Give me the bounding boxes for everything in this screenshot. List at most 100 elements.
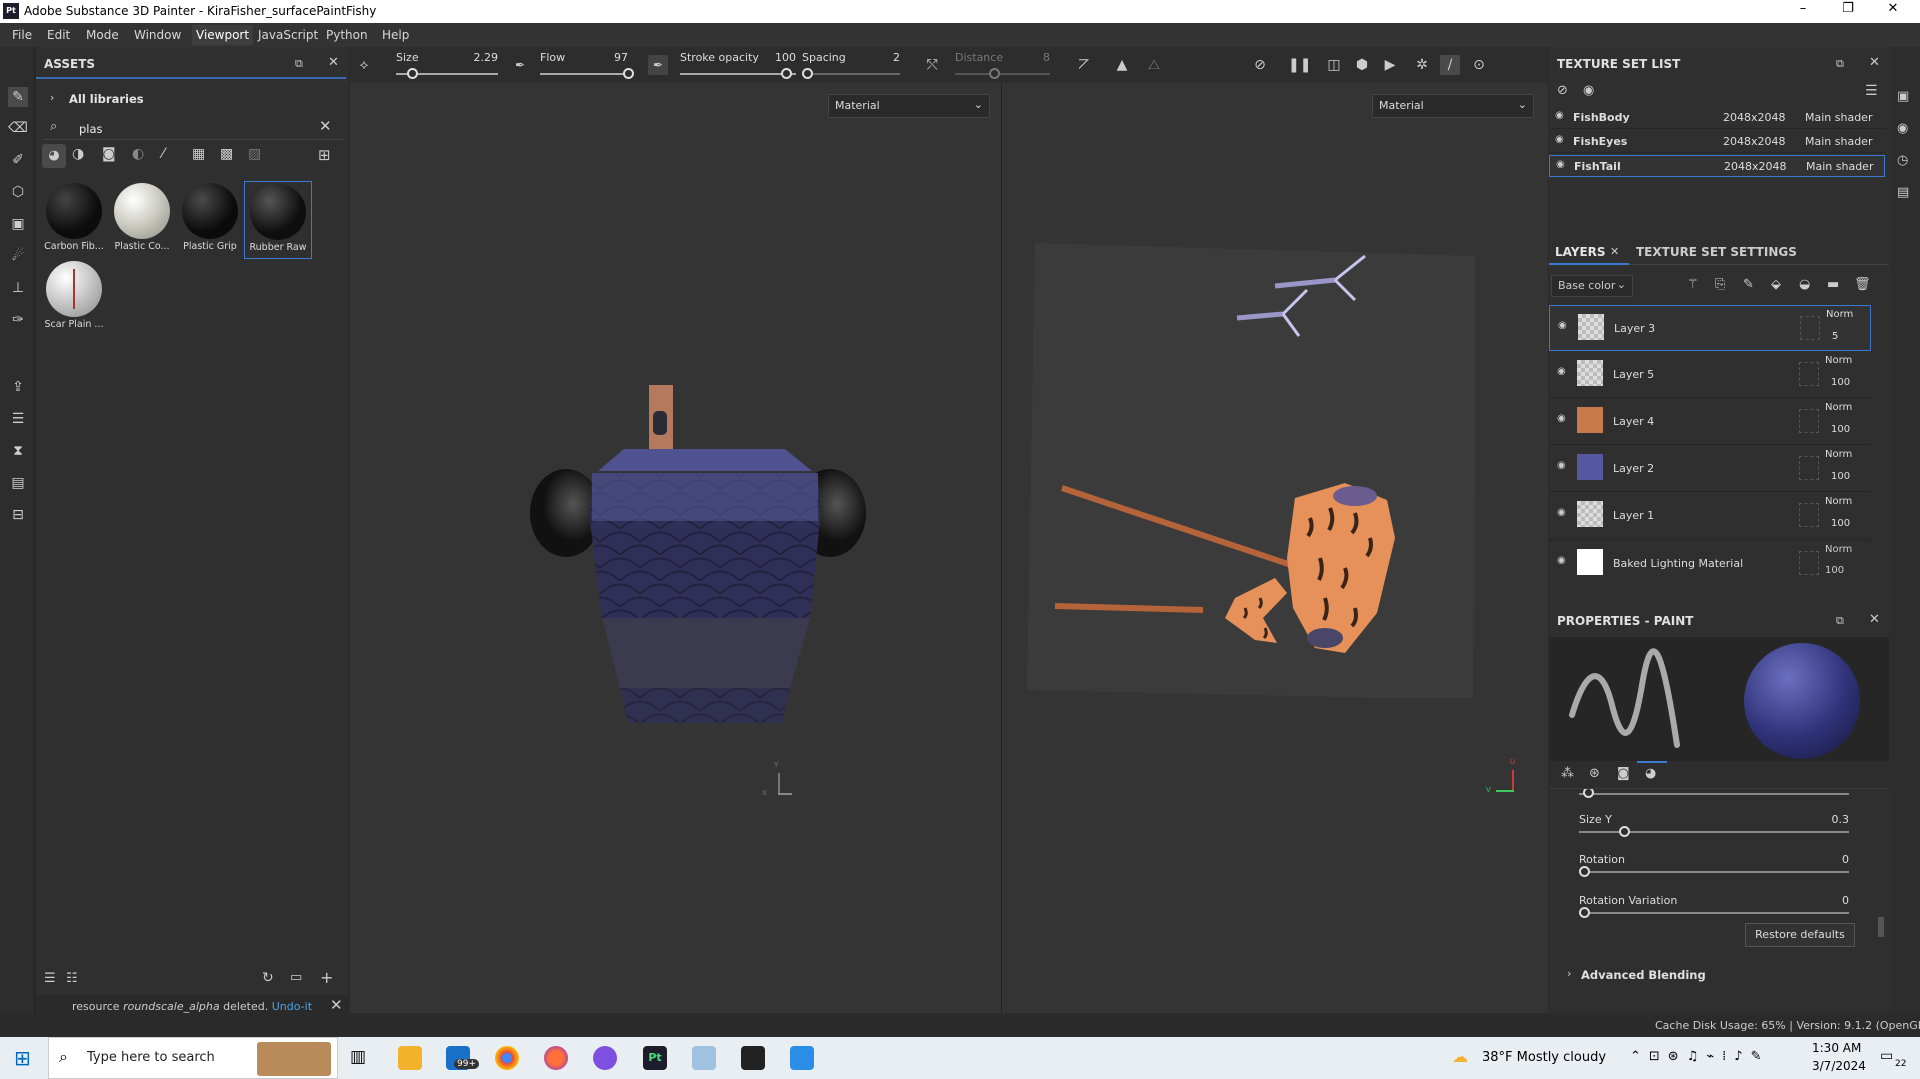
texture-set-fisheyes[interactable]: ◉ FishEyes 2048x2048 Main shader [1549, 131, 1885, 153]
sort-icon[interactable]: ☷ [66, 971, 78, 986]
mask-slot[interactable] [1799, 503, 1819, 527]
lazy-mouse-icon[interactable]: ⟡ [354, 55, 374, 75]
clear-search-icon[interactable]: ✕ [319, 117, 332, 135]
notification-icon[interactable]: ▭ [1880, 1048, 1893, 1064]
pen-pressure-icon[interactable]: ✒ [510, 55, 530, 75]
tab-layers[interactable]: LAYERS [1555, 245, 1606, 259]
tab-texture-set-settings[interactable]: TEXTURE SET SETTINGS [1636, 245, 1797, 259]
mask-slot[interactable] [1799, 551, 1819, 575]
channel-select[interactable]: Base color ⌄ [1551, 275, 1633, 297]
add-icon[interactable]: + [320, 968, 333, 987]
eye-icon[interactable]: ◉ [1557, 413, 1566, 424]
menu-viewport[interactable]: Viewport [192, 25, 254, 45]
add-fill-layer-icon[interactable]: ⬙ [1771, 277, 1781, 292]
weather-text[interactable]: 38°F Mostly cloudy [1482, 1050, 1606, 1065]
restore-button[interactable]: ❐ [1828, 1, 1868, 16]
menu-file[interactable]: File [12, 28, 32, 42]
uv-texture-view[interactable] [1025, 238, 1475, 698]
eye-icon[interactable]: ◉ [1555, 134, 1564, 145]
float-panel-icon[interactable]: ⧉ [295, 57, 303, 71]
paint-brush-icon[interactable]: ✎ [8, 87, 28, 107]
texture-set-fishtail[interactable]: ◉ FishTail 2048x2048 Main shader [1549, 155, 1885, 177]
rotation-handle[interactable] [1579, 866, 1590, 877]
asset-plastic-co[interactable]: Plastic Co... [108, 183, 176, 252]
task-view-icon[interactable]: ▥ [350, 1047, 366, 1067]
distance-slider[interactable] [955, 73, 1050, 75]
eye-icon[interactable]: ◉ [1557, 460, 1566, 471]
auto-mask-icon[interactable]: ⚚ [1687, 277, 1699, 292]
menu-mode[interactable]: Mode [86, 28, 119, 42]
texture-set-fishbody[interactable]: ◉ FishBody 2048x2048 Main shader [1549, 107, 1885, 129]
geometry-fill-icon[interactable]: ⬡ [8, 182, 28, 202]
add-effect-icon[interactable]: ⎘ [1715, 277, 1725, 292]
viewport-divider[interactable] [1001, 83, 1002, 1013]
viewport-3d-mode-select[interactable]: Material ⌄ [828, 94, 990, 118]
advanced-blending-section[interactable]: Advanced Blending [1581, 968, 1706, 982]
size-value[interactable]: 2.29 [460, 51, 499, 64]
color-picker-icon[interactable]: ✑ [8, 310, 28, 330]
mask-slot[interactable] [1799, 362, 1819, 386]
bake-icon[interactable]: ☰ [8, 409, 28, 429]
file-explorer-icon[interactable] [398, 1046, 422, 1070]
layer-row[interactable]: ◉ Layer 2 Norm 100 [1549, 446, 1871, 492]
spacing-value[interactable]: 2 [862, 51, 900, 64]
app-icon[interactable] [692, 1046, 716, 1070]
environment-filter-icon[interactable]: ▨ [248, 146, 261, 162]
display-settings-icon[interactable]: ⊟ [8, 505, 28, 525]
size-y-handle[interactable] [1619, 826, 1630, 837]
mask-slot[interactable] [1799, 409, 1819, 433]
texture-filter-icon[interactable]: ▦ [192, 146, 205, 162]
add-paint-layer-icon[interactable]: ✎ [1743, 277, 1754, 292]
layer-row[interactable]: ◉ Layer 4 Norm 100 [1549, 399, 1871, 445]
app-icon[interactable] [741, 1046, 765, 1070]
refresh-icon[interactable]: ↻ [262, 970, 274, 986]
chevron-right-icon[interactable]: › [1567, 967, 1571, 980]
clock-time[interactable]: 1:30 AM [1812, 1041, 1861, 1055]
material-tab-icon[interactable]: ◕ [1645, 766, 1656, 781]
flow-slider-handle[interactable] [623, 68, 634, 79]
layer-row[interactable]: ◉ Layer 1 Norm 100 [1549, 493, 1871, 539]
size-slider-handle[interactable] [407, 68, 418, 79]
angle-icon[interactable]: ⦢ [1074, 55, 1094, 75]
smart-mask-icon[interactable]: ◐ [132, 146, 144, 162]
split-view-icon[interactable]: ◫ [1324, 55, 1344, 75]
layer-row[interactable]: ◉ Layer 3 Norm 5 [1549, 305, 1871, 351]
windows-start-icon[interactable]: ⊞ [14, 1046, 31, 1070]
cube-icon[interactable]: ⬢ [1352, 55, 1372, 75]
viewport[interactable]: Material ⌄ Material ⌄ Y X U V [350, 83, 1548, 1013]
fish-3d-model[interactable] [520, 373, 880, 843]
eye-icon[interactable]: ◉ [1557, 507, 1566, 518]
layer-row[interactable]: ◉ Baked Lighting Material Norm 100 [1549, 540, 1871, 584]
close-panel-icon[interactable]: ✕ [328, 55, 339, 70]
close-tab-icon[interactable]: ✕ [1610, 245, 1619, 258]
screenshot-icon[interactable]: ⊙ [1469, 55, 1489, 75]
eye-icon[interactable]: ◉ [1555, 110, 1564, 121]
hide-all-icon[interactable]: ⊘ [1557, 83, 1568, 98]
symmetry-icon[interactable]: ▲ [1112, 55, 1132, 75]
clock-date[interactable]: 3/7/2024 [1812, 1059, 1866, 1073]
layer-row[interactable]: ◉ Layer 5 Norm 100 [1549, 352, 1871, 398]
menu-javascript[interactable]: JavaScript [258, 28, 318, 42]
camera-icon[interactable]: ▶ [1380, 55, 1400, 75]
symmetry-alt-icon[interactable]: ⧍ [1144, 55, 1164, 75]
float-panel-icon[interactable]: ⧉ [1836, 57, 1844, 71]
asset-rubber-raw[interactable]: Rubber Raw [244, 181, 312, 259]
dismiss-icon[interactable]: ✕ [330, 996, 343, 1014]
polygon-fill-icon[interactable]: ▣ [8, 214, 28, 234]
shelf-icon[interactable]: ▤ [8, 473, 28, 493]
menu-help[interactable]: Help [382, 28, 409, 42]
clone-stamp-icon[interactable]: ⊥ [8, 278, 28, 298]
eraser-icon[interactable]: ⌫ [8, 118, 28, 138]
rotation-variation-handle[interactable] [1579, 907, 1590, 918]
system-tray-icons[interactable]: ⌃⊡⊛♫⌁⁞♪✎ [1630, 1049, 1769, 1064]
visibility-icon[interactable]: ◉ [1583, 83, 1594, 98]
stroke-opacity-slider[interactable] [680, 73, 796, 75]
close-window-button[interactable]: ✕ [1873, 1, 1913, 16]
smudge-icon[interactable]: ☄ [8, 246, 28, 266]
export-icon[interactable]: ⇪ [8, 377, 28, 397]
grid-filter-icon[interactable]: ▩ [220, 146, 233, 162]
substance-painter-icon[interactable]: Pt [643, 1046, 667, 1070]
hourglass-icon[interactable]: ⧗ [8, 441, 28, 461]
pause-icon[interactable]: ❚❚ [1288, 55, 1311, 75]
material-filter-icon[interactable]: ◕ [42, 144, 66, 168]
